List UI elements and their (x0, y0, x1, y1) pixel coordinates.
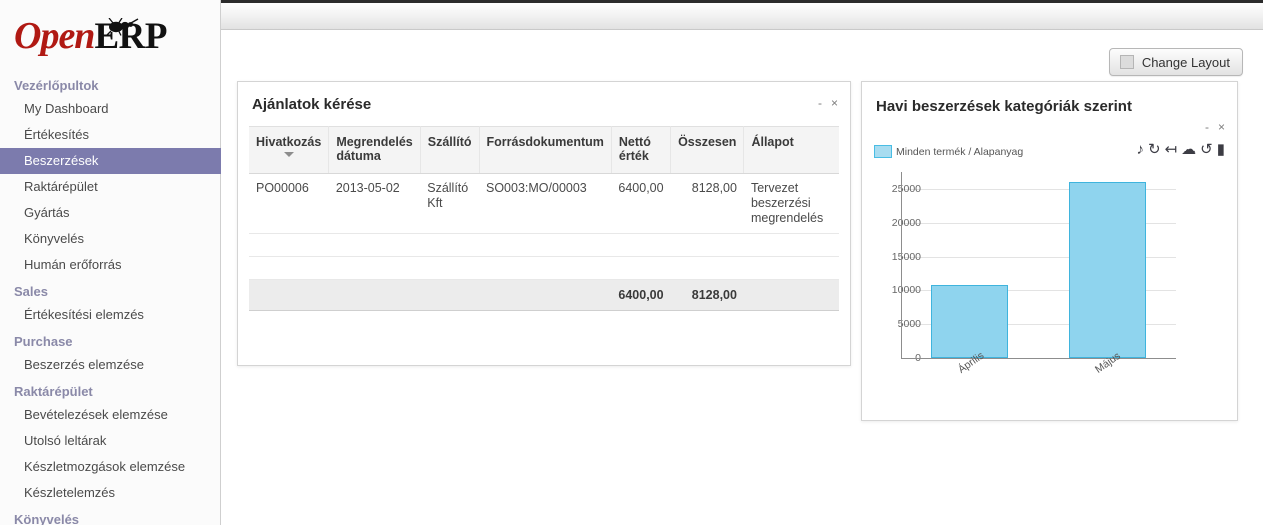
sidebar: OpenERP Vezérlőpultok My Dashboard Érték… (0, 0, 221, 525)
footer-net-value: 6400,00 (611, 279, 671, 311)
footer-blank-1 (249, 279, 329, 311)
table-footer-row: 6400,00 8128,00 (249, 279, 839, 311)
sidebar-group-raktarepulet: Raktárépület (14, 384, 93, 399)
sidebar-nav: Vezérlőpultok My Dashboard Értékesítés B… (0, 72, 221, 525)
cell-state: Tervezet beszerzési megrendelés (743, 173, 839, 234)
sidebar-item-gyartas[interactable]: Gyártás (0, 200, 221, 226)
minimize-icon[interactable]: - (1205, 121, 1209, 133)
col-osszesen[interactable]: Összesen (670, 126, 745, 174)
change-layout-button[interactable]: Change Layout (1108, 48, 1243, 76)
table-row-empty (249, 233, 839, 257)
sidebar-item-konyveles[interactable]: Könyvelés (0, 226, 221, 252)
openerp-logo[interactable]: OpenERP (14, 14, 214, 58)
sidebar-item-keszletmozgasok-elemzese[interactable]: Készletmozgások elemzése (0, 454, 221, 480)
sidebar-item-beszerzesek[interactable]: Beszerzések (0, 148, 221, 174)
folder-icon[interactable]: ▮ (1217, 142, 1225, 157)
sidebar-item-raktarepulet[interactable]: Raktárépület (0, 174, 221, 200)
sidebar-item-keszletelemzes[interactable]: Készletelemzés (0, 480, 221, 506)
chart-legend[interactable]: Minden termék / Alapanyag (874, 145, 1023, 158)
sidebar-item-utolso-leltarak[interactable]: Utolsó leltárak (0, 428, 221, 454)
sidebar-group-sales: Sales (14, 284, 48, 299)
cell-supplier: Szállító Kft (420, 173, 479, 234)
sidebar-group-vezerlopultok: Vezérlőpultok (14, 78, 99, 93)
y-axis-tick-label: 20000 (891, 216, 921, 229)
legend-label: Minden termék / Alapanyag (896, 145, 1024, 158)
rotate-right-icon[interactable]: ↺ (1200, 142, 1213, 157)
cell-empty (249, 256, 839, 280)
panel-title-havi-beszerzesek: Havi beszerzések kategóriák szerint (876, 98, 1132, 115)
y-axis-tick-label: 25000 (891, 182, 921, 195)
y-axis-line (901, 172, 902, 358)
col-hivatkozas[interactable]: Hivatkozás (249, 126, 330, 174)
top-bar (220, 3, 1263, 30)
footer-total: 8128,00 (670, 279, 744, 311)
footer-blank-4 (479, 279, 612, 311)
col-netto-ertek[interactable]: Nettó érték (611, 126, 672, 174)
cell-source-document: SO003:MO/00003 (479, 173, 612, 234)
sidebar-item-ertekesites[interactable]: Értékesítés (0, 122, 221, 148)
sidebar-group-konyveles: Könyvelés (14, 512, 80, 525)
cell-reference: PO00006 (249, 173, 329, 234)
chart-bar[interactable] (1068, 182, 1146, 358)
close-icon[interactable]: × (831, 97, 838, 109)
close-icon[interactable]: × (1218, 121, 1225, 133)
list-panel-actions: - × (818, 97, 838, 109)
table-body: PO00006 2013-05-02 Szállító Kft SO003:MO… (249, 173, 839, 280)
chart-area: Minden termék / Alapanyag ♪ ↻ ↤ ☁ ↺ ▮ 05… (862, 140, 1239, 420)
sidebar-item-bevetelezesek-elemzese[interactable]: Bevételezések elemzése (0, 402, 221, 428)
footer-blank-3 (420, 279, 479, 311)
panel-title-ajanlatok-kerese: Ajánlatok kérése (252, 96, 372, 113)
sidebar-item-my-dashboard[interactable]: My Dashboard (0, 96, 221, 122)
cell-net-value: 6400,00 (611, 173, 671, 234)
quotation-requests-panel: Ajánlatok kérése - × Hivatkozás Megrende… (237, 81, 851, 366)
cloud-icon[interactable]: ☁ (1181, 142, 1196, 157)
chart-plot: 0500010000150002000025000ÁprilisMájus (862, 166, 1239, 396)
monthly-purchases-chart-panel: Havi beszerzések kategóriák szerint - × … (861, 81, 1238, 421)
app-root: OpenERP Vezérlőpultok My Dashboard Érték… (0, 0, 1263, 525)
cell-total: 8128,00 (670, 173, 744, 234)
col-forrasdokumentum[interactable]: Forrásdokumentum (479, 126, 612, 174)
table-row-empty (249, 256, 839, 280)
y-axis-tick-label: 15000 (891, 250, 921, 263)
col-szallito[interactable]: Szállító (420, 126, 480, 174)
sort-desc-icon (283, 152, 294, 157)
ant-icon (106, 18, 139, 36)
layout-swatch-icon (1119, 55, 1134, 69)
undo-arrow-icon[interactable]: ↤ (1165, 142, 1178, 157)
sidebar-item-beszerzes-elemzese[interactable]: Beszerzés elemzése (0, 352, 221, 378)
table-row[interactable]: PO00006 2013-05-02 Szállító Kft SO003:MO… (249, 173, 839, 234)
table-footer: 6400,00 8128,00 (249, 279, 839, 311)
quotation-requests-table: Hivatkozás Megrendelés dátuma Szállító F… (249, 126, 839, 311)
x-axis-line (901, 358, 1176, 359)
cell-order-date: 2013-05-02 (328, 173, 421, 234)
col-hivatkozas-label: Hivatkozás (256, 135, 322, 149)
table-header-row: Hivatkozás Megrendelés dátuma Szállító F… (249, 126, 839, 174)
music-note-icon[interactable]: ♪ (1137, 142, 1145, 157)
sidebar-group-purchase: Purchase (14, 334, 73, 349)
cell-empty (249, 233, 839, 257)
footer-blank-2 (328, 279, 421, 311)
chart-toolbar: ♪ ↻ ↤ ☁ ↺ ▮ (1137, 142, 1226, 157)
y-axis-tick-label: 10000 (891, 284, 921, 297)
sidebar-item-human-eroforras[interactable]: Humán erőforrás (0, 252, 221, 278)
sidebar-item-ertekesitesi-elemzes[interactable]: Értékesítési elemzés (0, 302, 221, 328)
footer-blank-5 (743, 279, 839, 311)
change-layout-label: Change Layout (1141, 54, 1230, 70)
y-axis-tick-label: 5000 (897, 318, 921, 331)
chart-panel-actions: - × (1205, 121, 1225, 133)
rotate-left-icon[interactable]: ↻ (1148, 142, 1161, 157)
col-megrendeles-datuma[interactable]: Megrendelés dátuma (328, 126, 421, 174)
logo-open-text: Open (14, 15, 95, 57)
col-allapot[interactable]: Állapot (743, 126, 839, 174)
legend-color-key-icon (874, 145, 892, 158)
table-header: Hivatkozás Megrendelés dátuma Szállító F… (249, 126, 839, 174)
minimize-icon[interactable]: - (818, 97, 822, 109)
chart-bar[interactable] (931, 284, 1009, 358)
